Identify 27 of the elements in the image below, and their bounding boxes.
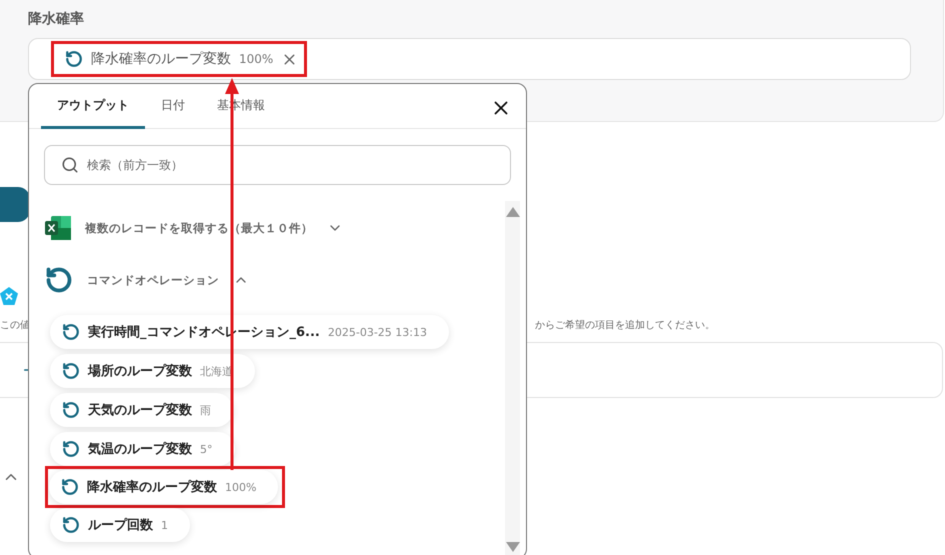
input-field[interactable]: 降水確率のループ変数 100% [28, 38, 911, 80]
chip-value: 100% [239, 52, 274, 66]
item-value: 雨 [200, 402, 211, 418]
variable-chip[interactable]: 降水確率のループ変数 100% [55, 45, 300, 73]
section-header[interactable]: コマンドオペレーション [45, 265, 505, 295]
item-value: 5° [200, 442, 212, 456]
item-name: 降水確率のループ変数 [87, 478, 217, 496]
search-box[interactable]: 検索（前方一致） [44, 145, 511, 185]
item-value: 1 [161, 518, 168, 532]
item-name: 気温のループ変数 [88, 440, 192, 458]
item-name: 場所のループ変数 [88, 362, 192, 380]
item-value: 100% [225, 480, 256, 494]
section-title: 複数のレコードを取得する（最大１０件） [85, 220, 313, 236]
tab[interactable]: 日付 [145, 84, 201, 129]
output-item[interactable]: ループ回数 1 [50, 508, 190, 542]
output-item[interactable]: 降水確率のループ変数 100% [49, 470, 278, 504]
field-label: 降水確率 [28, 10, 85, 28]
item-name: ループ回数 [88, 516, 153, 534]
item-value: 2025-03-25 13:13 [328, 326, 427, 338]
output-item[interactable]: 気温のループ変数 5° [50, 432, 234, 466]
output-item[interactable]: 天気のループ変数 雨 [50, 393, 233, 427]
tab[interactable]: アウトプット [41, 84, 145, 129]
item-name: 天気のループ変数 [88, 402, 192, 419]
helper-text: からご希望の項目を追加してください。 [535, 318, 715, 332]
section-header[interactable]: 複数のレコードを取得する（最大１０件） [45, 213, 505, 243]
chip-name: 降水確率のループ変数 [91, 50, 231, 68]
section-title: コマンドオペレーション [87, 272, 219, 288]
